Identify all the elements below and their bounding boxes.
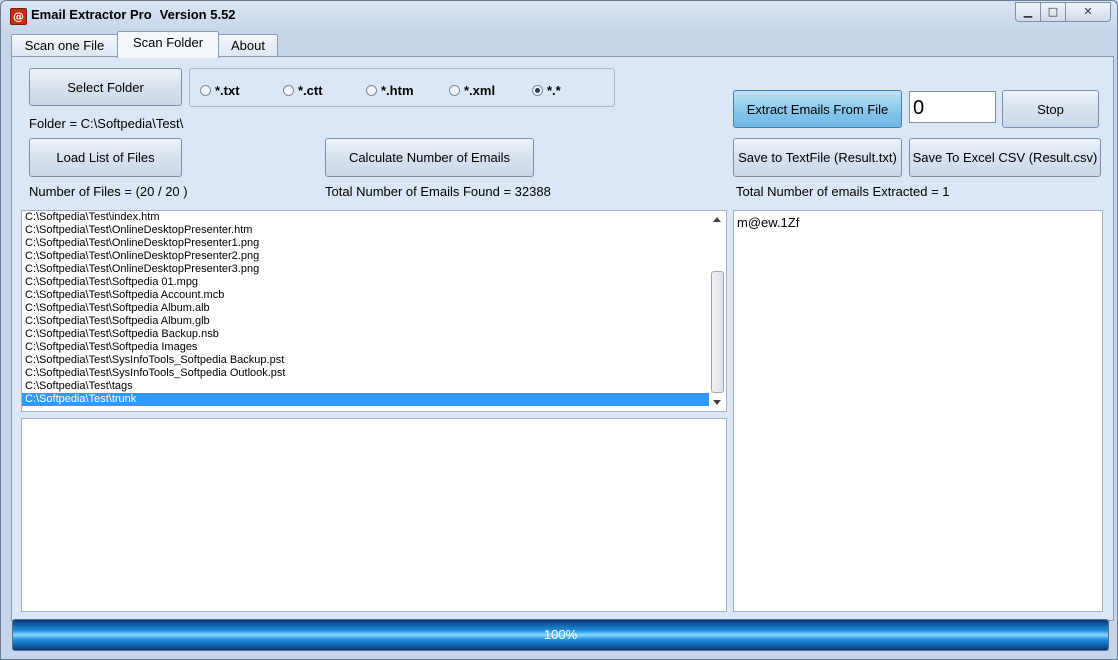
radio-dot xyxy=(449,85,460,96)
total-extracted-label: Total Number of emails Extracted = 1 xyxy=(736,184,950,199)
filter-xml-label: *.xml xyxy=(464,83,496,98)
save-csv-button[interactable]: Save To Excel CSV (Result.csv) xyxy=(909,138,1101,177)
scroll-down-icon[interactable] xyxy=(713,400,721,405)
file-list-item[interactable]: C:\Softpedia\Test\index.htm xyxy=(22,211,726,224)
filter-ctt-radio[interactable]: *.ctt xyxy=(283,83,323,98)
file-list-item[interactable]: C:\Softpedia\Test\tags xyxy=(22,380,726,393)
filter-ctt-label: *.ctt xyxy=(298,83,323,98)
maximize-button[interactable]: □ xyxy=(1040,2,1066,22)
tab-about[interactable]: About xyxy=(218,34,278,56)
tab-scan-one-file[interactable]: Scan one File xyxy=(11,34,118,56)
calculate-emails-button[interactable]: Calculate Number of Emails xyxy=(325,138,534,177)
filter-htm-label: *.htm xyxy=(381,83,414,98)
minimize-button[interactable]: ▁ xyxy=(1015,2,1041,22)
app-version: Version 5.52 xyxy=(159,7,236,22)
results-textarea[interactable]: m@ew.1Zf xyxy=(733,210,1103,612)
total-found-label: Total Number of Emails Found = 32388 xyxy=(325,184,551,199)
close-button[interactable]: ✕ xyxy=(1065,2,1111,22)
progress-text: 100% xyxy=(543,627,578,642)
file-list[interactable]: C:\Softpedia\Test\index.htm C:\Softpedia\… xyxy=(21,210,727,412)
filter-txt-radio[interactable]: *.txt xyxy=(200,83,240,98)
file-list-item[interactable]: C:\Softpedia\Test\Softpedia Album.glb xyxy=(22,315,726,328)
file-list-item[interactable]: C:\Softpedia\Test\SysInfoTools_Softpedia… xyxy=(22,367,726,380)
scroll-thumb[interactable] xyxy=(711,271,724,393)
file-list-scrollbar[interactable] xyxy=(709,211,726,411)
file-list-items: C:\Softpedia\Test\index.htm C:\Softpedia\… xyxy=(22,211,726,406)
save-textfile-button[interactable]: Save to TextFile (Result.txt) xyxy=(733,138,902,177)
result-email: m@ew.1Zf xyxy=(737,215,800,230)
extract-emails-button[interactable]: Extract Emails From File xyxy=(733,90,902,128)
file-list-item[interactable]: C:\Softpedia\Test\OnlineDesktopPresenter… xyxy=(22,263,726,276)
title-bar[interactable]: @ Email Extractor Pro Version 5.52 ▁ □ ✕ xyxy=(1,1,1117,31)
email-count-field[interactable]: 0 xyxy=(909,91,996,123)
file-list-item[interactable]: C:\Softpedia\Test\Softpedia Album.alb xyxy=(22,302,726,315)
file-list-item[interactable]: C:\Softpedia\Test\Softpedia Account.mcb xyxy=(22,289,726,302)
file-list-item[interactable]: C:\Softpedia\Test\Softpedia Backup.nsb xyxy=(22,328,726,341)
file-list-item[interactable]: C:\Softpedia\Test\Softpedia 01.mpg xyxy=(22,276,726,289)
file-list-item[interactable]: C:\Softpedia\Test\OnlineDesktopPresenter… xyxy=(22,224,726,237)
folder-path-label: Folder = C:\Softpedia\Test\ xyxy=(29,116,184,131)
progress-bar: 100% xyxy=(12,619,1109,651)
radio-dot xyxy=(283,85,294,96)
file-list-item[interactable]: C:\Softpedia\Test\OnlineDesktopPresenter… xyxy=(22,250,726,263)
load-list-button[interactable]: Load List of Files xyxy=(29,138,182,177)
file-filter-group: *.txt *.ctt *.htm *.xml *.* xyxy=(189,68,615,107)
app-name: Email Extractor Pro xyxy=(31,7,152,22)
filter-xml-radio[interactable]: *.xml xyxy=(449,83,495,98)
app-window: @ Email Extractor Pro Version 5.52 ▁ □ ✕ … xyxy=(0,0,1118,660)
radio-dot xyxy=(200,85,211,96)
filter-all-label: *.* xyxy=(547,83,561,98)
file-list-item[interactable]: C:\Softpedia\Test\OnlineDesktopPresenter… xyxy=(22,237,726,250)
filter-txt-label: *.txt xyxy=(215,83,240,98)
tab-scan-folder[interactable]: Scan Folder xyxy=(117,31,219,58)
at-sign-icon: @ xyxy=(10,8,27,25)
stop-button[interactable]: Stop xyxy=(1002,90,1099,128)
file-list-item[interactable]: C:\Softpedia\Test\trunk xyxy=(22,393,726,406)
filter-all-radio[interactable]: *.* xyxy=(532,83,561,98)
window-title: Email Extractor Pro Version 5.52 xyxy=(31,7,236,22)
radio-dot xyxy=(366,85,377,96)
file-list-item[interactable]: C:\Softpedia\Test\SysInfoTools_Softpedia… xyxy=(22,354,726,367)
select-folder-button[interactable]: Select Folder xyxy=(29,68,182,106)
scroll-up-icon[interactable] xyxy=(713,217,721,222)
radio-dot-selected xyxy=(532,85,543,96)
file-list-item[interactable]: C:\Softpedia\Test\Softpedia Images xyxy=(22,341,726,354)
log-textarea[interactable] xyxy=(21,418,727,612)
filter-htm-radio[interactable]: *.htm xyxy=(366,83,414,98)
num-files-label: Number of Files = (20 / 20 ) xyxy=(29,184,188,199)
